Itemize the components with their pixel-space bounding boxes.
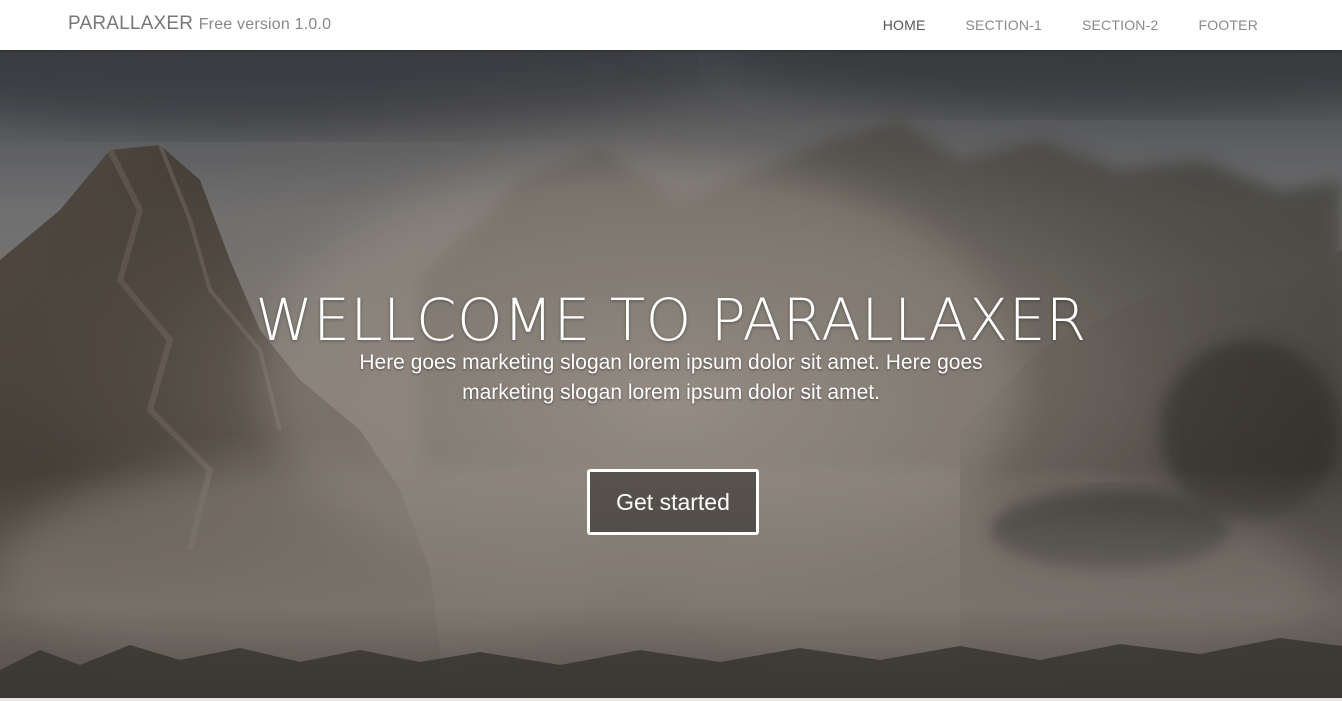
page: PARALLAXER Free version 1.0.0 HOME SECTI… (0, 0, 1342, 701)
nav-link-section-1[interactable]: SECTION-1 (966, 17, 1042, 33)
brand-version: Free version 1.0.0 (198, 16, 332, 33)
hero-slogan: Here goes marketing slogan lorem ipsum d… (359, 351, 983, 404)
get-started-button[interactable]: Get started (587, 469, 759, 535)
nav-links: HOME SECTION-1 SECTION-2 FOOTER (843, 0, 1258, 50)
hero-title: WELLCOME TO PARALLAXER (255, 286, 1087, 354)
nav-link-footer[interactable]: FOOTER (1198, 17, 1258, 33)
brand-link[interactable]: PARALLAXER Free version 1.0.0 (68, 13, 331, 35)
nav-link-home[interactable]: HOME (883, 17, 926, 33)
nav-link-section-2[interactable]: SECTION-2 (1082, 17, 1158, 33)
hero-section: WELLCOME TO PARALLAXER Here goes marketi… (0, 50, 1342, 698)
brand-name: PARALLAXER (68, 13, 194, 34)
hero-content: WELLCOME TO PARALLAXER Here goes marketi… (0, 50, 1342, 698)
top-navbar: PARALLAXER Free version 1.0.0 HOME SECTI… (0, 0, 1342, 50)
